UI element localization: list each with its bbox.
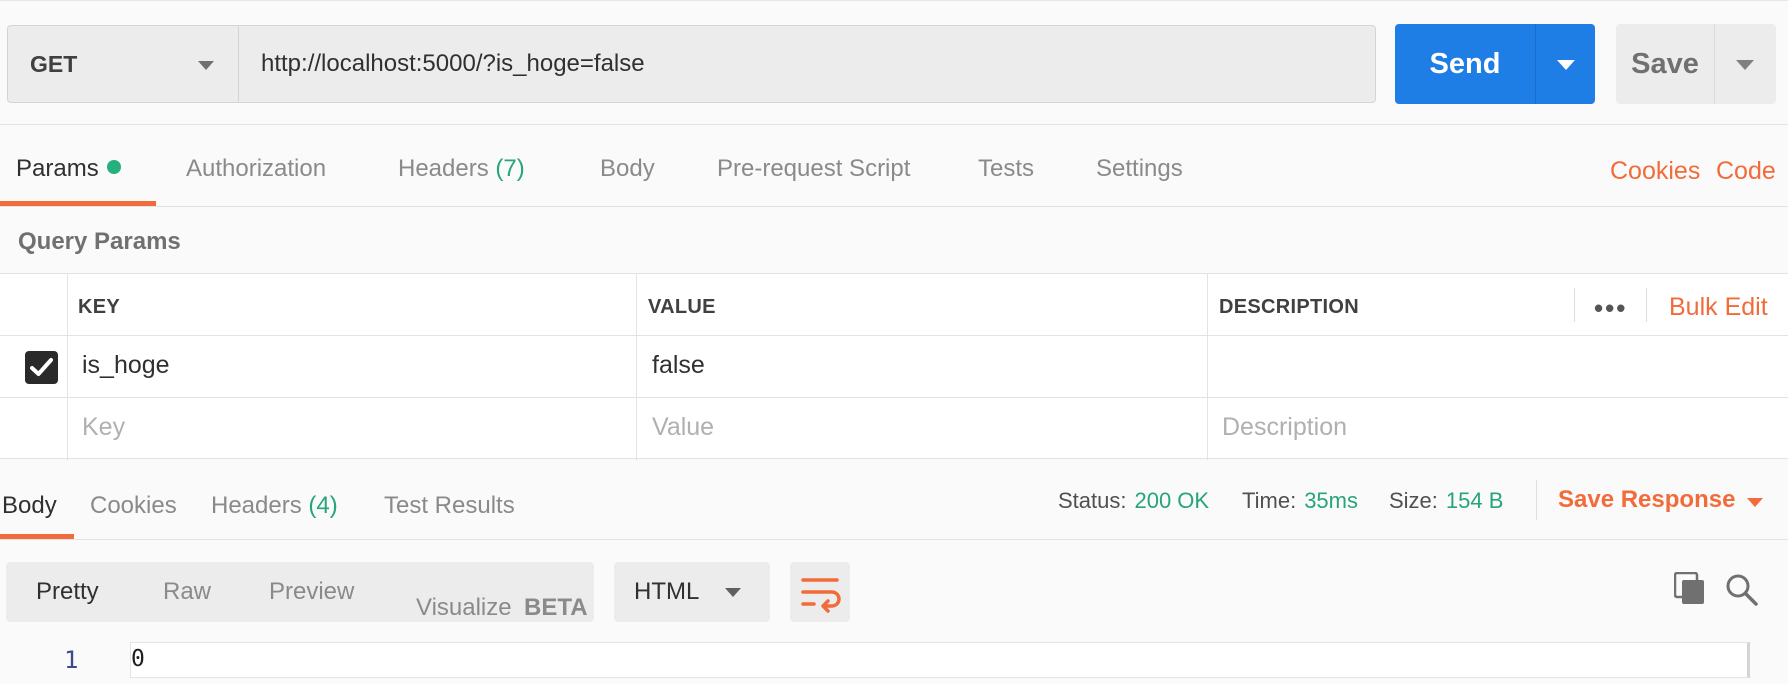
line-number: 1 <box>64 646 79 674</box>
view-visualize-label: Visualize <box>416 594 512 621</box>
tab-label: Tests <box>978 155 1035 182</box>
view-raw[interactable]: Raw <box>163 578 211 606</box>
status-label: Status: <box>1058 488 1127 513</box>
tab-count: (7) <box>495 155 525 182</box>
copy-icon-glyph <box>1673 571 1704 604</box>
save-response-button[interactable]: Save Response <box>1558 486 1735 514</box>
beta-badge: BETA <box>524 594 588 621</box>
more-options-icon[interactable]: ••• <box>1594 293 1627 324</box>
method-select[interactable]: GET <box>7 25 239 103</box>
new-description-input[interactable]: Description <box>1222 413 1347 442</box>
time-label: Time: <box>1242 488 1297 513</box>
tab-label: Cookies <box>90 492 177 519</box>
search-icon-glyph <box>1726 574 1758 606</box>
params-table: KEY VALUE DESCRIPTION ••• Bulk Edit is_h… <box>0 273 1788 460</box>
new-value-input[interactable]: Value <box>652 413 714 442</box>
tab-tests[interactable]: Tests <box>978 155 1034 183</box>
send-dropdown-button[interactable] <box>1536 24 1595 104</box>
chevron-down-icon <box>725 588 741 597</box>
param-value[interactable]: false <box>652 351 705 380</box>
tab-settings[interactable]: Settings <box>1096 155 1183 183</box>
time-value: 35ms <box>1304 488 1358 513</box>
column-header-key: KEY <box>78 296 121 318</box>
tab-label: Body <box>2 492 57 519</box>
view-preview[interactable]: Preview <box>269 578 354 606</box>
response-tab-test-results[interactable]: Test Results <box>384 492 515 520</box>
tab-label: Pre-request Script <box>717 155 911 182</box>
param-enabled-checkbox[interactable] <box>25 351 58 384</box>
tab-pre-request-script[interactable]: Pre-request Script <box>717 155 910 183</box>
tab-count: (4) <box>308 492 338 519</box>
tab-label: Headers <box>211 492 302 519</box>
checkmark-icon <box>30 358 53 376</box>
status-readout: Status: 200 OK <box>1058 488 1209 514</box>
response-tab-headers[interactable]: Headers (4) <box>211 492 338 520</box>
query-params-title: Query Params <box>18 228 181 255</box>
divider <box>1646 288 1647 322</box>
column-divider <box>67 274 68 460</box>
save-button[interactable]: Save <box>1616 24 1776 104</box>
tab-authorization[interactable]: Authorization <box>186 155 326 183</box>
divider <box>0 539 1788 540</box>
wrap-lines-icon <box>801 578 841 613</box>
divider <box>1574 288 1575 322</box>
divider <box>1536 480 1537 520</box>
tab-body[interactable]: Body <box>600 155 655 183</box>
method-label: GET <box>30 50 78 77</box>
status-value: 200 OK <box>1134 488 1210 513</box>
divider <box>0 206 1788 207</box>
column-divider <box>1207 274 1208 460</box>
row-divider <box>0 397 1788 398</box>
save-label: Save <box>1631 47 1699 80</box>
view-pretty[interactable]: Pretty <box>36 578 99 606</box>
param-key[interactable]: is_hoge <box>82 351 170 380</box>
cookies-link[interactable]: Cookies <box>1610 157 1700 186</box>
tab-label: Test Results <box>384 492 515 519</box>
response-tab-cookies[interactable]: Cookies <box>90 492 177 520</box>
tab-headers[interactable]: Headers (7) <box>398 155 525 183</box>
active-dot-icon <box>106 160 121 174</box>
size-readout: Size: 154 B <box>1389 488 1503 514</box>
top-border <box>0 0 1788 4</box>
wrap-lines-button[interactable] <box>790 562 850 622</box>
search-icon[interactable] <box>1724 572 1760 608</box>
code-link[interactable]: Code <box>1716 157 1776 186</box>
view-mode-segmented: Pretty Raw Preview Visualize BETA <box>6 562 594 622</box>
tab-label: Authorization <box>186 155 327 182</box>
format-select[interactable]: HTML <box>614 562 770 622</box>
bulk-edit-link[interactable]: Bulk Edit <box>1669 293 1768 322</box>
time-readout: Time: 35ms <box>1242 488 1358 514</box>
format-label: HTML <box>634 578 700 605</box>
divider <box>0 124 1788 125</box>
tab-params[interactable]: Params <box>16 155 121 183</box>
url-input[interactable]: http://localhost:5000/?is_hoge=false <box>238 25 1376 103</box>
tab-label: Params <box>16 155 99 182</box>
response-tab-body[interactable]: Body <box>2 492 57 520</box>
row-divider <box>0 335 1788 336</box>
send-label: Send <box>1429 47 1501 80</box>
copy-icon[interactable] <box>1673 571 1706 606</box>
tab-label: Body <box>600 155 655 182</box>
chevron-down-icon <box>198 61 214 70</box>
column-header-description: DESCRIPTION <box>1219 296 1359 318</box>
url-text: http://localhost:5000/?is_hoge=false <box>261 50 645 77</box>
save-response-label: Save Response <box>1558 486 1736 513</box>
column-divider <box>636 274 637 460</box>
column-header-value: VALUE <box>648 296 716 318</box>
tab-label: Headers <box>398 155 489 182</box>
send-button[interactable]: Send <box>1395 24 1595 104</box>
tab-label: Settings <box>1096 155 1183 182</box>
size-label: Size: <box>1389 488 1438 513</box>
chevron-down-icon[interactable] <box>1747 498 1763 507</box>
code-line: 0 <box>131 646 145 672</box>
size-value: 154 B <box>1445 488 1504 513</box>
chevron-down-icon <box>1736 60 1754 70</box>
save-divider <box>1714 24 1715 104</box>
response-editor[interactable] <box>130 642 1750 678</box>
chevron-down-icon <box>1557 60 1575 70</box>
new-key-input[interactable]: Key <box>82 413 125 442</box>
